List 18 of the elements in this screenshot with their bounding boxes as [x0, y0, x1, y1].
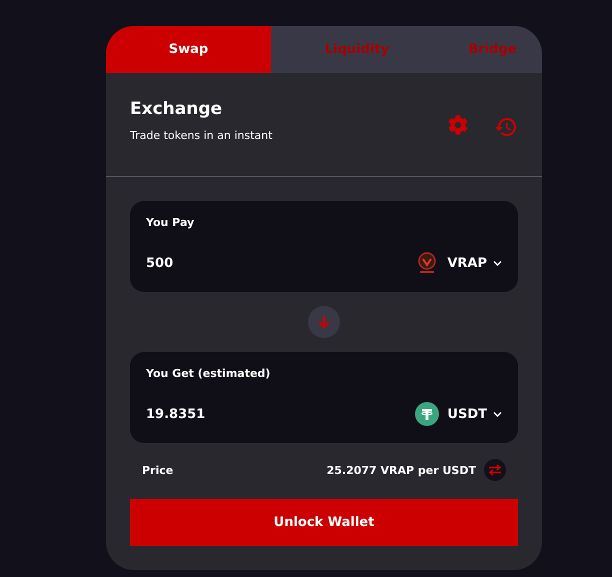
- tab[interactable]: Swap: [106, 26, 271, 73]
- amount-value: 500: [146, 256, 174, 270]
- settings-icon[interactable]: [448, 115, 468, 135]
- card-subtitle: Trade tokens in an instant: [130, 129, 274, 142]
- price-value: 25.2077 VRAP per USDT: [326, 464, 476, 476]
- panel-label: You Pay: [146, 216, 196, 229]
- panel-label: You Get (estimated): [146, 367, 272, 380]
- token-select[interactable]: USDT: [415, 402, 502, 426]
- swap-arrows-icon[interactable]: [484, 459, 506, 481]
- amount-value: 19.8351: [146, 406, 206, 422]
- price-label: Price: [142, 464, 174, 476]
- chevron-down-icon: [493, 410, 502, 418]
- card-title: Exchange: [130, 99, 224, 119]
- unlock-wallet-button[interactable]: Unlock Wallet: [130, 499, 518, 546]
- tether-icon: [415, 402, 440, 426]
- history-icon[interactable]: [494, 115, 518, 139]
- token-select[interactable]: VRAP: [415, 251, 502, 275]
- chevron-down-icon: [493, 258, 502, 268]
